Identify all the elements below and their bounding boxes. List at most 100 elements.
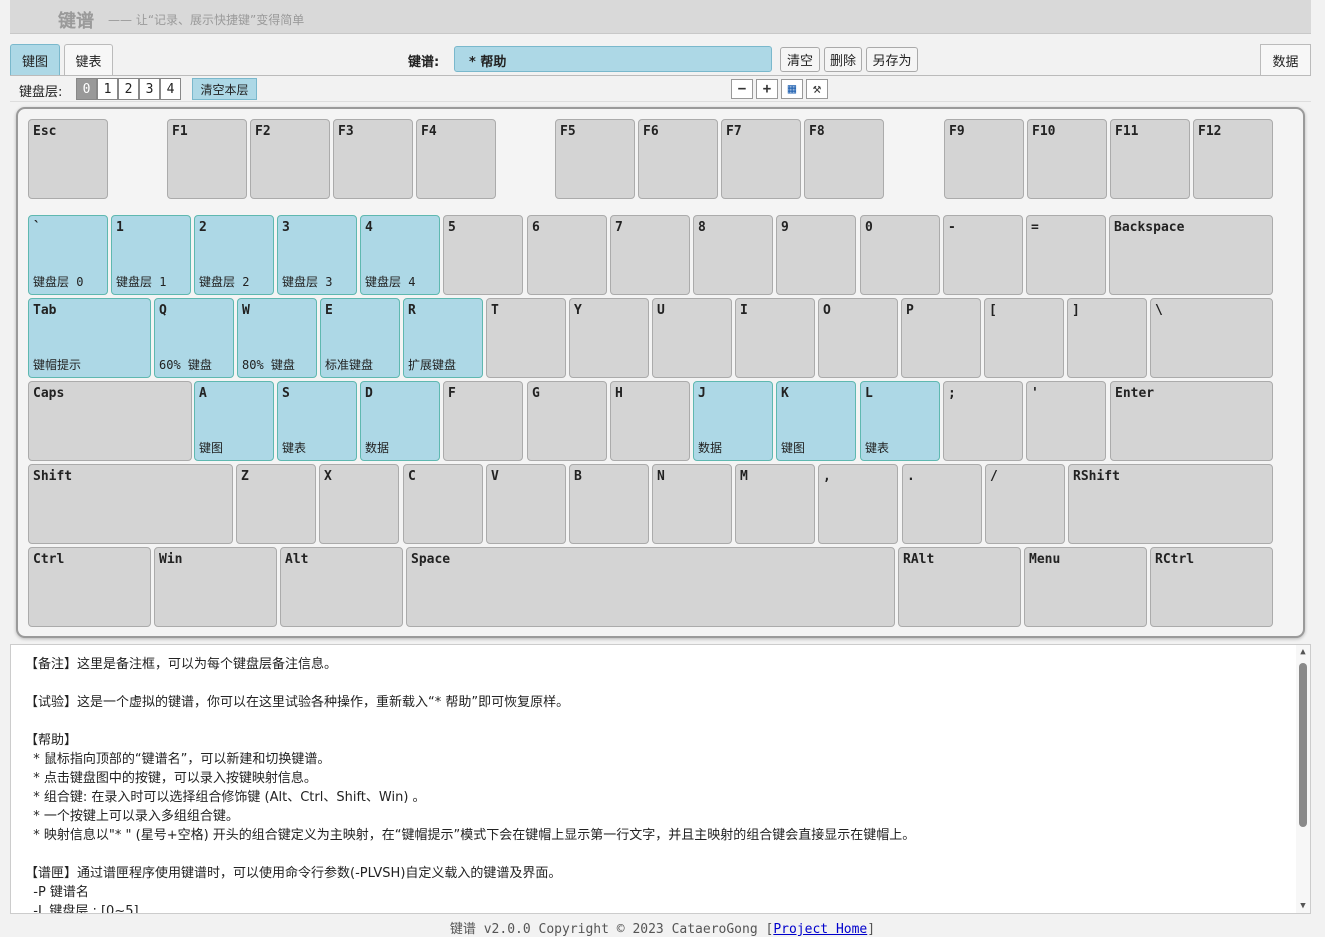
key-f11[interactable]: F11 (1110, 119, 1190, 199)
key-g[interactable]: G (527, 381, 607, 461)
key-f2[interactable]: F2 (250, 119, 330, 199)
key-win[interactable]: Win (154, 547, 277, 627)
key-x[interactable]: X (319, 464, 399, 544)
key-3[interactable]: 3 键盘层 3 (277, 215, 357, 295)
key-a[interactable]: A 键图 (194, 381, 274, 461)
key-f[interactable]: F (443, 381, 523, 461)
key-f10[interactable]: F10 (1027, 119, 1107, 199)
notes-line: 【备注】这里是备注框，可以为每个键盘层备注信息。 (25, 657, 338, 672)
key-ctrl[interactable]: Ctrl (28, 547, 151, 627)
tab-key-table[interactable]: 键表 (64, 44, 113, 75)
scroll-down-icon[interactable]: ▼ (1298, 901, 1308, 911)
keymap-name-field[interactable]: * 帮助 (454, 46, 772, 72)
key-h[interactable]: H (610, 381, 690, 461)
key-f4[interactable]: F4 (416, 119, 496, 199)
layer-button-3[interactable]: 3 (139, 78, 160, 100)
zoom-out-icon[interactable]: − (731, 79, 753, 99)
grid-view-icon[interactable]: ▦ (781, 79, 803, 99)
key-shift[interactable]: Shift (28, 464, 233, 544)
key-w[interactable]: W 80% 键盘 (237, 298, 317, 378)
key-x45[interactable]: - (943, 215, 1023, 295)
layer-button-0[interactable]: 0 (76, 78, 97, 100)
key-x92[interactable]: \ (1150, 298, 1273, 378)
key-rctrl[interactable]: RCtrl (1150, 547, 1273, 627)
key-f3[interactable]: F3 (333, 119, 413, 199)
key-4[interactable]: 4 键盘层 4 (360, 215, 440, 295)
key-m[interactable]: M (735, 464, 815, 544)
key-0[interactable]: 0 (860, 215, 940, 295)
key-x46[interactable]: . (902, 464, 982, 544)
key-5[interactable]: 5 (443, 215, 523, 295)
notes-area[interactable]: 【备注】这里是备注框，可以为每个键盘层备注信息。 【试验】这是一个虚拟的键谱，你… (10, 644, 1311, 914)
key-b[interactable]: B (569, 464, 649, 544)
key-c[interactable]: C (403, 464, 483, 544)
scroll-thumb[interactable] (1299, 663, 1307, 827)
key-s[interactable]: S 键表 (277, 381, 357, 461)
key-r[interactable]: R 扩展键盘 (403, 298, 483, 378)
key-x93[interactable]: ] (1067, 298, 1147, 378)
key-z[interactable]: Z (236, 464, 316, 544)
key-t[interactable]: T (486, 298, 566, 378)
tab-data[interactable]: 数据 (1260, 44, 1311, 75)
key-f9[interactable]: F9 (944, 119, 1024, 199)
key-x39[interactable]: ' (1026, 381, 1106, 461)
key-space[interactable]: Space (406, 547, 895, 627)
tab-keymap-view[interactable]: 键图 (10, 44, 60, 75)
key-x59[interactable]: ; (943, 381, 1023, 461)
clear-button[interactable]: 清空 (780, 47, 820, 72)
key-q[interactable]: Q 60% 键盘 (154, 298, 234, 378)
layer-button-4[interactable]: 4 (160, 78, 181, 100)
key-e[interactable]: E 标准键盘 (320, 298, 400, 378)
key-f1[interactable]: F1 (167, 119, 247, 199)
key-backspace[interactable]: Backspace (1109, 215, 1273, 295)
key-x47[interactable]: / (985, 464, 1065, 544)
settings-tools-icon[interactable]: ⚒ (806, 79, 828, 99)
key-f12[interactable]: F12 (1193, 119, 1273, 199)
key-caps[interactable]: Caps (28, 381, 192, 461)
key-f6[interactable]: F6 (638, 119, 718, 199)
key-rshift[interactable]: RShift (1068, 464, 1273, 544)
key-8[interactable]: 8 (693, 215, 773, 295)
layer-button-2[interactable]: 2 (118, 78, 139, 100)
key-mapping-label: 键盘层 1 (116, 275, 167, 289)
key-f8[interactable]: F8 (804, 119, 884, 199)
notes-scrollbar[interactable]: ▲ ▼ (1296, 645, 1310, 913)
key-enter[interactable]: Enter (1110, 381, 1273, 461)
key-x44[interactable]: , (818, 464, 898, 544)
key-7[interactable]: 7 (610, 215, 690, 295)
key-alt[interactable]: Alt (280, 547, 403, 627)
layer-button-1[interactable]: 1 (97, 78, 118, 100)
zoom-in-icon[interactable]: + (756, 79, 778, 99)
key-ralt[interactable]: RAlt (898, 547, 1021, 627)
key-label: Win (159, 552, 183, 567)
key-label: F4 (421, 124, 437, 139)
key-1[interactable]: 1 键盘层 1 (111, 215, 191, 295)
project-home-link[interactable]: Project Home (773, 922, 867, 937)
scroll-up-icon[interactable]: ▲ (1298, 647, 1308, 657)
key-y[interactable]: Y (569, 298, 649, 378)
key-tab[interactable]: Tab 键帽提示 (28, 298, 151, 378)
key-x61[interactable]: = (1026, 215, 1106, 295)
key-j[interactable]: J 数据 (693, 381, 773, 461)
key-x91[interactable]: [ (984, 298, 1064, 378)
key-6[interactable]: 6 (527, 215, 607, 295)
key-2[interactable]: 2 键盘层 2 (194, 215, 274, 295)
key-9[interactable]: 9 (776, 215, 856, 295)
key-n[interactable]: N (652, 464, 732, 544)
key-esc[interactable]: Esc (28, 119, 108, 199)
key-f5[interactable]: F5 (555, 119, 635, 199)
key-l[interactable]: L 键表 (860, 381, 940, 461)
key-menu[interactable]: Menu (1024, 547, 1147, 627)
key-p[interactable]: P (901, 298, 981, 378)
clear-layer-button[interactable]: 清空本层 (192, 78, 257, 100)
key-o[interactable]: O (818, 298, 898, 378)
key-f7[interactable]: F7 (721, 119, 801, 199)
key-x96[interactable]: ` 键盘层 0 (28, 215, 108, 295)
key-v[interactable]: V (486, 464, 566, 544)
key-d[interactable]: D 数据 (360, 381, 440, 461)
key-k[interactable]: K 键图 (776, 381, 856, 461)
key-u[interactable]: U (652, 298, 732, 378)
delete-button[interactable]: 删除 (824, 47, 862, 72)
save-as-button[interactable]: 另存为 (866, 47, 918, 72)
key-i[interactable]: I (735, 298, 815, 378)
